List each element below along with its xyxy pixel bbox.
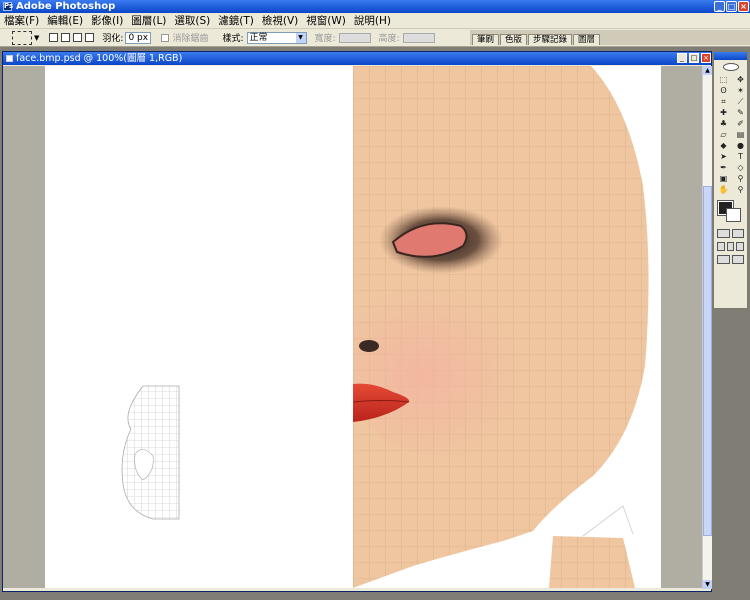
menu-view[interactable]: 檢視(V) (262, 13, 298, 28)
menu-filter[interactable]: 濾鏡(T) (218, 13, 254, 28)
close-button[interactable]: × (738, 1, 749, 12)
photoshop-eye-icon[interactable] (714, 60, 747, 74)
brush-tool-icon[interactable]: ✎ (733, 108, 748, 118)
app-title: Adobe Photoshop (16, 1, 116, 12)
document-window: face.bmp.psd @ 100%(圖層 1,RGB) _ □ × ▲ ▼ (2, 51, 712, 592)
antialias-checkbox[interactable] (161, 33, 170, 42)
subtract-selection-icon[interactable] (73, 33, 83, 42)
dodge-tool-icon[interactable]: ● (733, 141, 748, 151)
canvas-area[interactable] (3, 66, 702, 588)
style-label: 樣式: (222, 34, 244, 44)
marquee-tool-preset-icon[interactable] (12, 30, 32, 45)
path-selection-tool-icon[interactable]: ➤ (716, 152, 731, 162)
workspace: face.bmp.psd @ 100%(圖層 1,RGB) _ □ × ▲ ▼ (0, 47, 750, 600)
antialias-label: 消除鋸齒 (172, 34, 209, 44)
minimize-button[interactable]: _ (714, 1, 725, 12)
height-label: 高度: (378, 34, 400, 44)
jump-to-imageready-icon[interactable] (717, 255, 730, 264)
shape-tool-icon[interactable]: ◇ (733, 163, 748, 173)
new-selection-icon[interactable] (49, 33, 59, 42)
jump-to-app-icon[interactable] (731, 255, 744, 264)
magic-wand-tool-icon[interactable]: ✶ (733, 86, 748, 96)
width-label: 寬度: (314, 34, 336, 44)
eraser-tool-icon[interactable]: ▱ (716, 130, 731, 140)
document-title-bar[interactable]: face.bmp.psd @ 100%(圖層 1,RGB) _ □ × (3, 52, 711, 65)
tab-history[interactable]: 步驟記錄 (528, 34, 573, 45)
color-swatches (714, 199, 747, 227)
scroll-down-icon[interactable]: ▼ (703, 580, 712, 589)
tab-brushes[interactable]: 筆刷 (472, 34, 500, 45)
pen-tool-icon[interactable]: ✒ (716, 163, 731, 173)
healing-brush-tool-icon[interactable]: ✚ (716, 108, 731, 118)
feather-label: 羽化: (102, 34, 124, 44)
screen-mode-buttons (714, 240, 747, 253)
menu-layer[interactable]: 圖層(L) (131, 13, 166, 28)
add-to-selection-icon[interactable] (61, 33, 71, 42)
photoshop-icon: Ps (3, 2, 14, 11)
app-title-bar: Ps Adobe Photoshop _ □ × (0, 0, 750, 13)
style-value: 正常 (249, 32, 268, 43)
clone-stamp-tool-icon[interactable]: ♣ (716, 119, 731, 129)
full-screen-menu-mode-icon[interactable] (726, 242, 735, 251)
lasso-tool-icon[interactable]: ʘ (716, 86, 731, 96)
marquee-tool-icon[interactable]: ⬚ (716, 75, 731, 85)
tools-palette-header[interactable] (714, 52, 747, 60)
jump-to-buttons (714, 253, 747, 266)
uv-wireframe-ear (121, 385, 180, 520)
slice-tool-icon[interactable]: ⟋ (733, 97, 748, 107)
chevron-down-icon[interactable]: ▼ (34, 34, 39, 42)
menu-bar: 檔案(F) 編輯(E) 影像(I) 圖層(L) 選取(S) 濾鏡(T) 檢視(V… (0, 13, 750, 29)
gradient-tool-icon[interactable]: ▤ (733, 130, 748, 140)
width-input[interactable] (338, 32, 371, 43)
blur-tool-icon[interactable]: ◆ (716, 141, 731, 151)
tools-palette: ⬚ ✥ ʘ ✶ ⌗ ⟋ ✚ ✎ ♣ ✐ ▱ ▤ ◆ ● ➤ T ✒ ◇ ▣ ⚲ … (713, 51, 748, 309)
chevron-down-icon: ▼ (295, 32, 306, 43)
standard-mode-icon[interactable] (717, 229, 730, 238)
notes-tool-icon[interactable]: ▣ (716, 174, 731, 184)
scroll-thumb[interactable] (703, 186, 712, 536)
image-canvas[interactable] (45, 66, 661, 588)
background-color-swatch[interactable] (726, 208, 741, 222)
document-title: face.bmp.psd @ 100%(圖層 1,RGB) (16, 53, 183, 64)
eyedropper-tool-icon[interactable]: ⚲ (733, 174, 748, 184)
tab-layers[interactable]: 圖層 (573, 34, 601, 45)
style-select[interactable]: 正常 ▼ (246, 31, 307, 44)
doc-minimize-button[interactable]: _ (677, 53, 687, 63)
hand-tool-icon[interactable]: ✋ (716, 185, 731, 195)
vertical-scrollbar[interactable]: ▲ ▼ (702, 66, 712, 589)
standard-screen-mode-icon[interactable] (717, 242, 725, 251)
palette-well: 筆刷 色版 步驟記錄 圖層 (470, 30, 750, 45)
face-texture (353, 66, 649, 588)
feather-input[interactable]: 0 px (125, 31, 152, 44)
crop-tool-icon[interactable]: ⌗ (716, 97, 731, 107)
menu-file[interactable]: 檔案(F) (4, 13, 39, 28)
intersect-selection-icon[interactable] (85, 33, 95, 42)
height-input[interactable] (402, 32, 435, 43)
menu-help[interactable]: 說明(H) (354, 13, 391, 28)
zoom-tool-icon[interactable]: ⚲ (733, 185, 748, 195)
quick-mask-mode-icon[interactable] (731, 229, 744, 238)
move-tool-icon[interactable]: ✥ (733, 75, 748, 85)
doc-maximize-button[interactable]: □ (689, 53, 699, 63)
mask-mode-buttons (714, 227, 747, 240)
menu-window[interactable]: 視窗(W) (306, 13, 346, 28)
type-tool-icon[interactable]: T (733, 152, 748, 162)
doc-close-button[interactable]: × (701, 53, 711, 63)
scroll-up-icon[interactable]: ▲ (703, 66, 712, 75)
menu-image[interactable]: 影像(I) (91, 13, 123, 28)
menu-edit[interactable]: 編輯(E) (47, 13, 83, 28)
document-icon (6, 55, 13, 62)
full-screen-mode-icon[interactable] (736, 242, 745, 251)
maximize-button[interactable]: □ (726, 1, 737, 12)
photoshop-app: Ps Adobe Photoshop _ □ × 檔案(F) 編輯(E) 影像(… (0, 0, 750, 600)
tab-channels[interactable]: 色版 (500, 34, 528, 45)
menu-select[interactable]: 選取(S) (174, 13, 210, 28)
history-brush-tool-icon[interactable]: ✐ (733, 119, 748, 129)
